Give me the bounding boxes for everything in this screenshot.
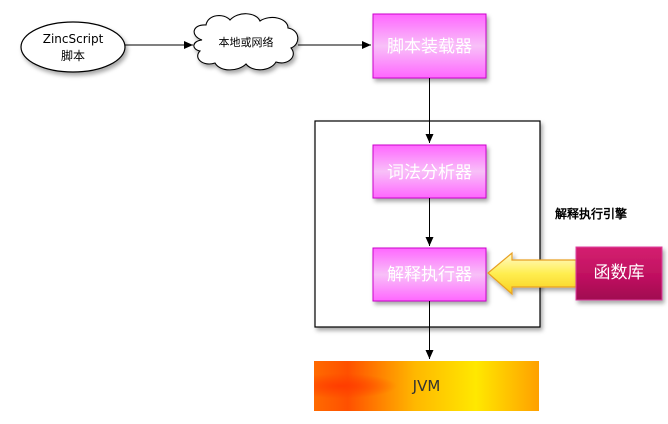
source-line2: 脚本 [61,48,85,63]
jvm-box: JVM [314,361,539,411]
diagram-canvas: ZincScript 脚本 本地或网络 脚本装载器 词法分析器 解释执行器 解释… [20,13,663,411]
executor-label: 解释执行器 [387,265,472,285]
source-line1: ZincScript [43,32,104,46]
script-loader-box: 脚本装载器 [372,13,487,79]
executor-box: 解释执行器 [372,247,487,302]
cloud-label: 本地或网络 [219,35,274,49]
lexer-label: 词法分析器 [387,163,472,183]
jvm-label: JVM [412,377,441,395]
local-or-network-cloud: 本地或网络 [193,13,299,71]
function-library-box: 函数库 [575,246,663,301]
lexer-box: 词法分析器 [372,144,487,199]
script-loader-label: 脚本装载器 [387,37,472,57]
engine-label: 解释执行引擎 [555,206,627,221]
function-library-label: 函数库 [594,263,645,283]
zincscript-source-node: ZincScript 脚本 [20,21,126,73]
